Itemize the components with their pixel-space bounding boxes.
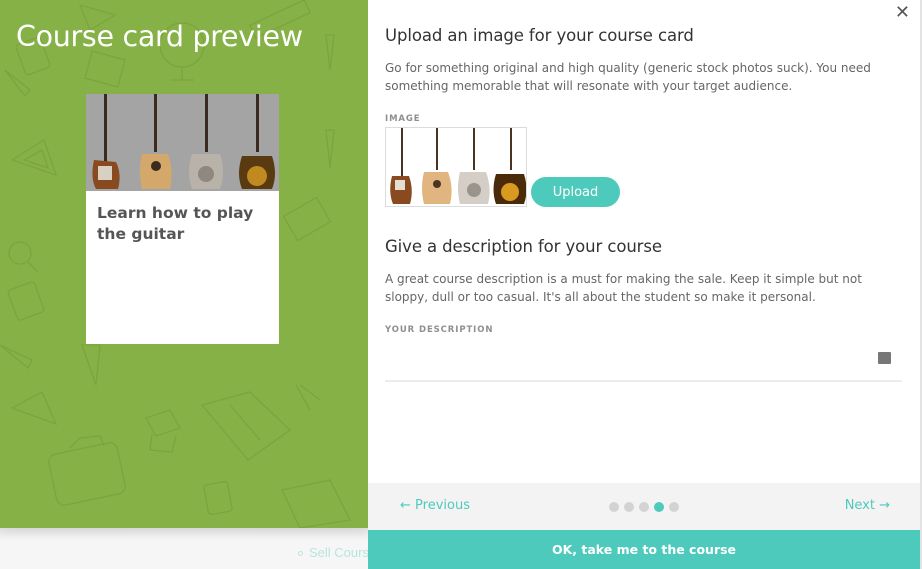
image-thumbnail: [385, 127, 527, 207]
description-label: YOUR DESCRIPTION: [385, 325, 494, 335]
background-link-label: Sell Cours: [309, 545, 369, 560]
paper-icon: [84, 50, 126, 88]
text-options-icon[interactable]: [878, 347, 891, 364]
course-card-preview: Learn how to play the guitar: [86, 94, 279, 344]
upload-button[interactable]: Upload: [531, 177, 620, 207]
bag-icon: [48, 435, 126, 506]
step-dot[interactable]: [639, 502, 649, 512]
description-section-text: A great course description is a must for…: [385, 272, 862, 304]
description-section-heading: Give a description for your course: [385, 237, 662, 256]
open-book-icon: [200, 391, 292, 461]
preview-panel: Course card preview Learn how to play th…: [0, 0, 368, 528]
close-icon[interactable]: ✕: [895, 4, 910, 22]
guitars-thumbnail: [386, 128, 526, 206]
wizard-footer: ← Previous Next →: [368, 483, 920, 530]
pencil-icon: [325, 34, 335, 71]
description-input[interactable]: [385, 340, 902, 382]
book-icon: [281, 479, 351, 528]
step-dot[interactable]: [624, 502, 634, 512]
pencil-icon: [325, 129, 335, 169]
compass-icon: [295, 384, 321, 411]
graduation-cap-icon: [145, 409, 181, 453]
pencil-icon: [0, 344, 33, 370]
notebook-icon: [7, 281, 45, 321]
step-dot-active[interactable]: [654, 502, 664, 512]
image-section-heading: Upload an image for your course card: [385, 26, 694, 45]
preview-title: Course card preview: [16, 20, 303, 53]
background-link[interactable]: Sell Cours: [298, 545, 369, 560]
course-card-image: [86, 94, 279, 191]
magnifier-icon: [8, 241, 39, 273]
step-dot[interactable]: [669, 502, 679, 512]
triangle-ruler-icon: [10, 139, 58, 177]
pen-icon: [81, 344, 101, 386]
bullet-icon: [298, 551, 303, 557]
next-button[interactable]: Next →: [845, 498, 890, 513]
calculator-icon: [203, 480, 233, 516]
doc-icon: [282, 196, 332, 242]
guitars-image: [86, 94, 279, 191]
image-section-description: Go for something original and high quali…: [385, 61, 871, 93]
ok-take-me-to-course-button[interactable]: OK, take me to the course: [368, 530, 920, 569]
step-indicator: [609, 502, 679, 512]
ruler-triangle-icon: [10, 391, 58, 426]
course-card-title: Learn how to play the guitar: [97, 204, 254, 243]
previous-button[interactable]: ← Previous: [400, 498, 470, 513]
step-dot[interactable]: [609, 502, 619, 512]
image-label: IMAGE: [385, 114, 421, 124]
course-setup-modal: ✕ Upload an image for your course card G…: [368, 0, 920, 569]
